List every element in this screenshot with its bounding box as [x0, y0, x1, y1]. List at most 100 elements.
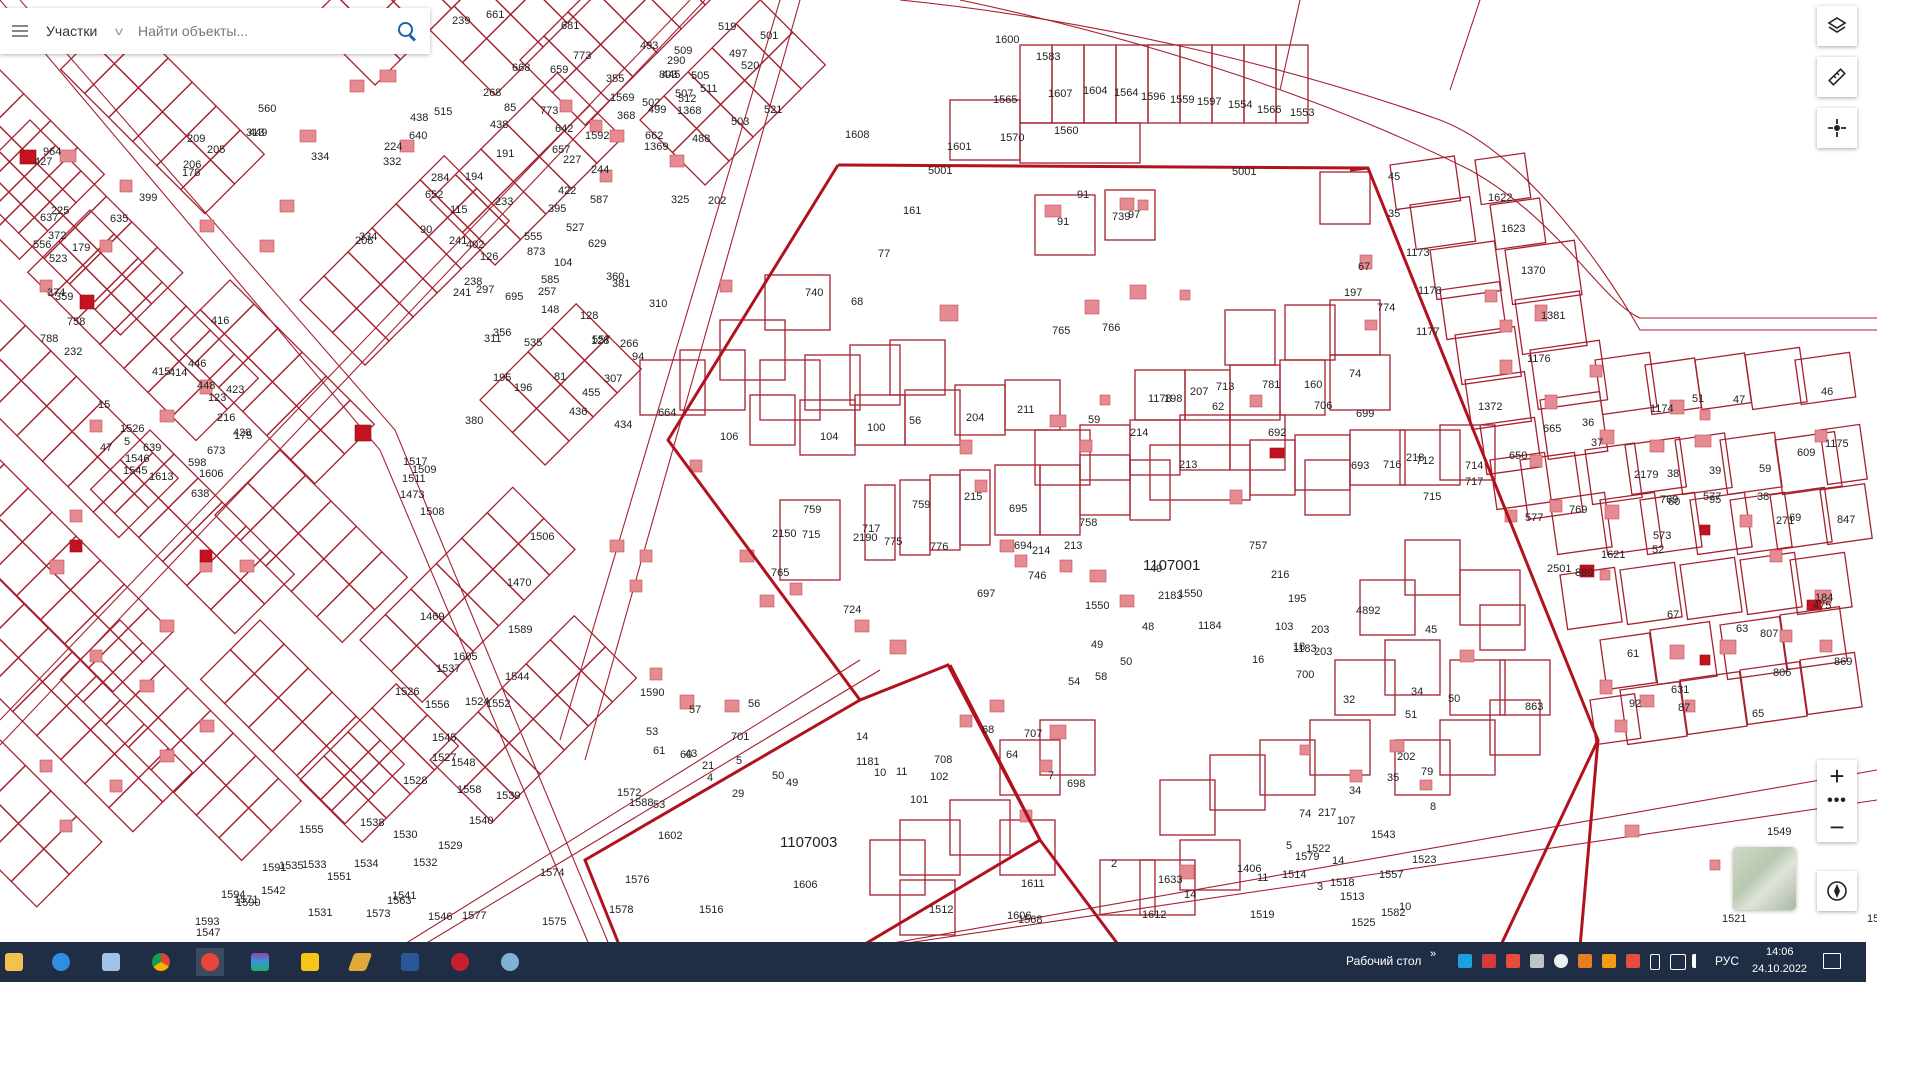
locate-button[interactable] [1817, 108, 1857, 148]
winrar-icon[interactable] [246, 948, 274, 976]
parcel-label: 1369 [644, 141, 668, 153]
layers-button[interactable] [1817, 6, 1857, 46]
parcel-block [199, 619, 406, 825]
search-input[interactable] [136, 22, 360, 40]
parcel [137, 506, 194, 563]
parcel [299, 275, 358, 334]
parcel-label: 1570 [1000, 132, 1024, 144]
parcel [899, 479, 931, 556]
parcel [209, 578, 266, 635]
parcel-label: 1543 [1371, 829, 1395, 841]
tray-app-icon[interactable] [1506, 954, 1520, 968]
notepad-icon[interactable] [97, 948, 125, 976]
cadastral-map[interactable]: 1600 1583 1604 1564 1596 1559 1597 1554 1566 1553… [0, 0, 1877, 947]
volume-icon[interactable] [1692, 954, 1702, 968]
clock-date[interactable]: 24.10.2022 [1752, 963, 1807, 975]
tray-app-icon[interactable] [1602, 954, 1616, 968]
parcel [113, 482, 170, 539]
parcel-label: 64 [1006, 749, 1018, 761]
compass-button[interactable] [1817, 871, 1857, 911]
parcel-label: 769 [1569, 504, 1587, 516]
tray-app-icon[interactable] [1626, 954, 1640, 968]
parcel-label: 47 [100, 442, 112, 454]
parcel [117, 607, 174, 663]
parcel [92, 481, 150, 539]
parcel [106, 257, 164, 315]
parcel-label: 198 [1164, 393, 1182, 405]
word-icon[interactable] [396, 948, 424, 976]
search-icon[interactable] [396, 20, 418, 42]
parcel [419, 154, 478, 214]
yandex-browser-icon[interactable] [196, 948, 224, 976]
map-canvas[interactable]: 160015831604 1564 1596 1559 1597 1554 1566 1553… [0, 0, 1877, 947]
parcel-label: 100 [867, 422, 885, 434]
parcel-label: 4892 [1356, 605, 1380, 617]
parcel-label: 519 [718, 21, 736, 33]
parcel-label: 87 [1678, 702, 1690, 714]
parcel-label: 701 [731, 731, 749, 743]
parcel-label: 380 [465, 415, 483, 427]
notes-app-icon[interactable] [296, 948, 324, 976]
parcel [1079, 424, 1131, 481]
parcel [355, 283, 415, 342]
parcel-label: 758 [67, 316, 85, 328]
settings-app-icon[interactable] [496, 948, 524, 976]
building [379, 69, 397, 83]
parcel-label: 37 [1591, 437, 1603, 449]
parcel-label: 34 [1411, 686, 1423, 698]
parcel [508, 718, 566, 776]
building [89, 419, 103, 433]
ruler-button[interactable] [1817, 57, 1857, 97]
parcel [0, 603, 50, 659]
basemap-switcher-thumbnail[interactable] [1733, 847, 1796, 910]
parcel-label: 740 [805, 287, 823, 299]
pencil-app-icon[interactable] [346, 948, 374, 976]
parcel [359, 0, 420, 3]
file-explorer-icon[interactable] [0, 948, 28, 976]
printer-icon[interactable] [1530, 954, 1544, 968]
chrome-icon[interactable] [147, 948, 175, 976]
parcel [549, 614, 607, 672]
parcel-label: 781 [1262, 379, 1280, 391]
parcel [0, 92, 52, 150]
parcel-label: 873 [527, 246, 545, 258]
parcel-label: 215 [964, 491, 982, 503]
tray-app-icon[interactable] [1458, 954, 1472, 968]
parcel-label: 45 [1425, 624, 1437, 636]
zoom-out-button[interactable]: − [1817, 811, 1857, 842]
building [159, 749, 175, 763]
building [1739, 514, 1753, 528]
parcel-label: 79 [1421, 766, 1433, 778]
desktop-toolbar-label[interactable]: Рабочий стол [1346, 954, 1421, 968]
quarter-label: 1107003 [780, 834, 837, 851]
parcel-label: 18 [1293, 641, 1305, 653]
toolbar-expand-icon[interactable]: » [1430, 948, 1436, 960]
parcel [65, 675, 122, 731]
zoom-in-button[interactable]: + [1817, 760, 1857, 791]
parcel-label: 115 [450, 204, 468, 216]
parcel [331, 307, 391, 366]
building [1639, 694, 1655, 708]
battery-icon[interactable] [1650, 954, 1660, 970]
building [1779, 629, 1793, 643]
tray-app-icon[interactable] [1578, 954, 1592, 968]
more-button[interactable]: ••• [1817, 791, 1857, 811]
parcel [1034, 429, 1091, 486]
internet-explorer-icon[interactable] [47, 948, 75, 976]
red-app-icon[interactable] [446, 948, 474, 976]
parcel-label: 1578 [609, 904, 633, 916]
language-indicator[interactable]: РУС [1715, 954, 1739, 968]
clock-time[interactable]: 14:06 [1766, 946, 1794, 958]
parcel-label: 1518 [1330, 877, 1354, 889]
yandex-tray-icon[interactable] [1554, 954, 1568, 968]
chevron-down-icon[interactable]: v [115, 24, 123, 38]
network-icon[interactable] [1670, 954, 1686, 970]
parcel-label: 359 [55, 291, 73, 303]
tray-app-icon[interactable] [1482, 954, 1496, 968]
parcel-label: 77 [878, 248, 890, 260]
parcel-label: 53 [646, 726, 658, 738]
building [1599, 679, 1613, 695]
layer-select[interactable]: Участки [46, 23, 116, 39]
notification-center-icon[interactable] [1823, 953, 1841, 969]
menu-icon[interactable] [12, 22, 28, 40]
